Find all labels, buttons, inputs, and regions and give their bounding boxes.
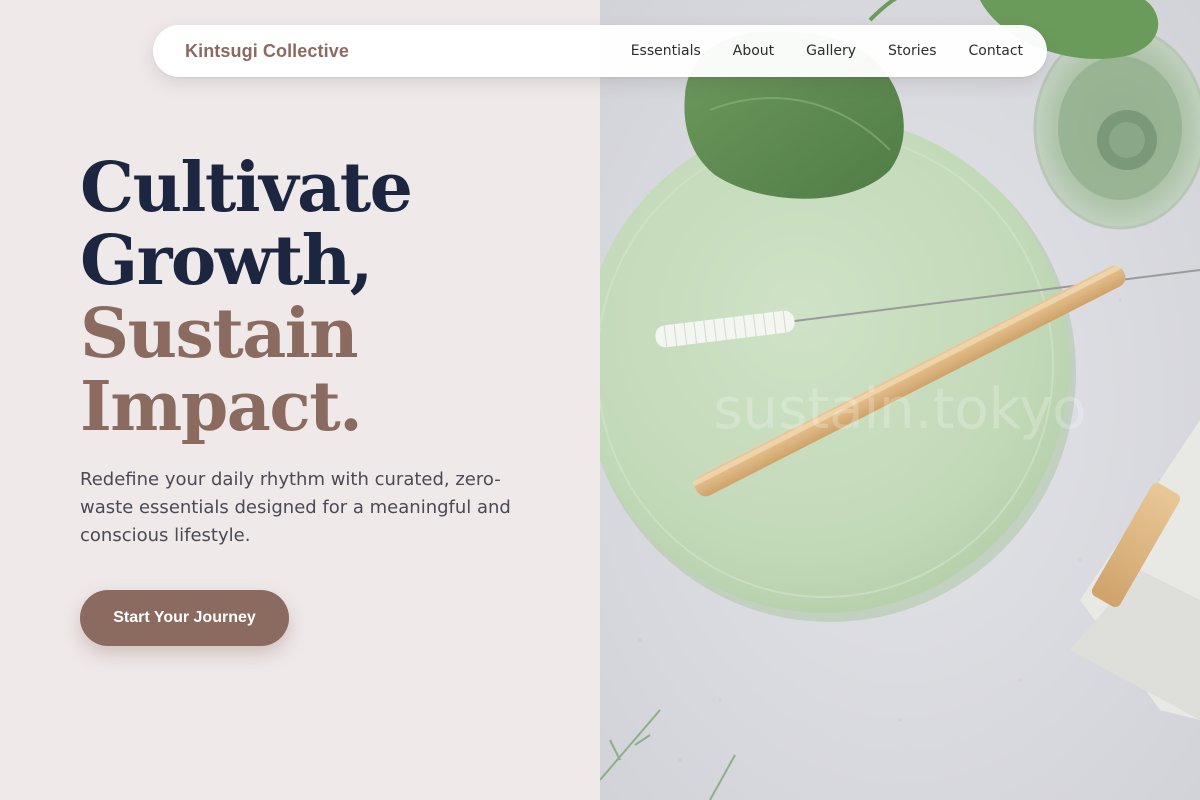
nav-link-gallery[interactable]: Gallery — [806, 43, 856, 59]
start-journey-button[interactable]: Start Your Journey — [80, 590, 289, 646]
headline-line-4: Impact. — [80, 367, 363, 447]
headline-line-1: Cultivate — [80, 148, 413, 228]
nav-link-about[interactable]: About — [733, 43, 774, 59]
hero-image: sustain.tokyo — [600, 0, 1200, 800]
headline-line-2: Growth, — [80, 221, 373, 301]
hero-photo-illustration: sustain.tokyo — [600, 0, 1200, 800]
headline-line-3: Sustain — [80, 294, 359, 374]
nav-link-essentials[interactable]: Essentials — [631, 43, 701, 59]
nav-link-contact[interactable]: Contact — [969, 43, 1023, 59]
glass-cup — [1033, 26, 1200, 230]
hero-headline: Cultivate Growth, Sustain Impact. — [80, 148, 413, 447]
brand-logo-link[interactable]: Kintsugi Collective — [185, 41, 349, 62]
nav-links: Essentials About Gallery Stories Contact — [631, 43, 1023, 59]
hero-description: Redefine your daily rhythm with curated,… — [80, 469, 511, 546]
top-navbar: Kintsugi Collective Essentials About Gal… — [153, 25, 1047, 77]
nav-link-stories[interactable]: Stories — [888, 43, 937, 59]
landing-page: sustain.tokyo Kintsugi Collective Essent… — [0, 0, 1200, 800]
image-watermark: sustain.tokyo — [713, 377, 1086, 442]
